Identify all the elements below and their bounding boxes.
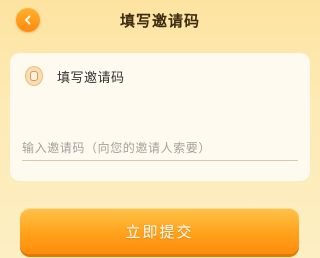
submit-button[interactable]: 立即提交 (20, 208, 299, 254)
invite-code-card: 填写邀请码 (10, 53, 310, 181)
nav-bar: 填写邀请码 (0, 0, 320, 42)
card-label: 填写邀请码 (57, 70, 125, 86)
invite-code-input[interactable] (22, 137, 298, 161)
page-title: 填写邀请码 (119, 12, 200, 30)
coin-icon (25, 66, 43, 86)
card-header: 填写邀请码 (25, 66, 125, 86)
